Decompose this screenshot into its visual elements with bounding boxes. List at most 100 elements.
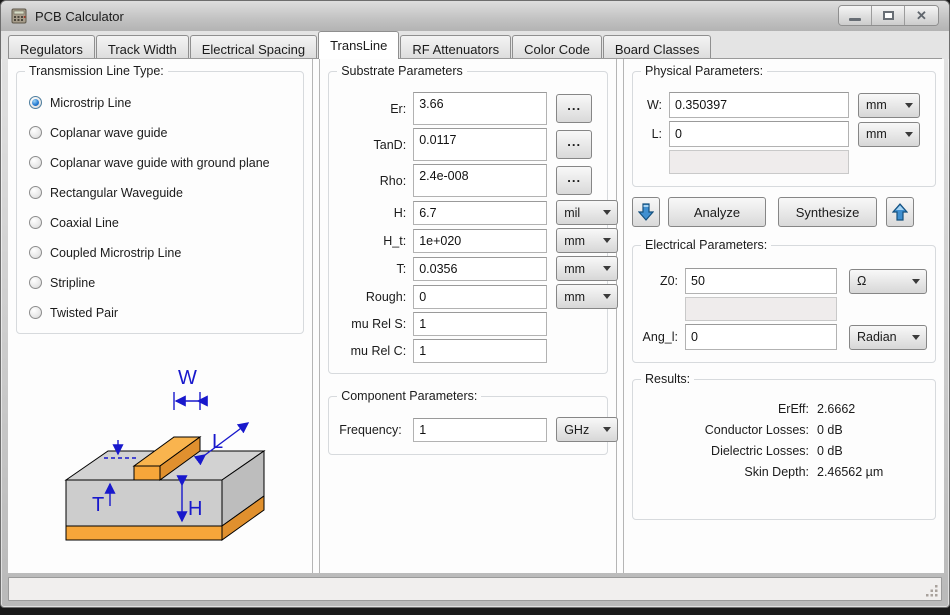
tab-bar: Regulators Track Width Electrical Spacin…: [1, 31, 949, 59]
chevron-down-icon: [603, 238, 611, 243]
z0-unit-select[interactable]: Ω: [849, 269, 927, 294]
tab-color-code[interactable]: Color Code: [512, 35, 602, 59]
radio-coupled-microstrip-line[interactable]: Coupled Microstrip Line: [29, 244, 295, 261]
diagram-label-l: L: [212, 431, 223, 453]
group-title: Results:: [641, 372, 694, 386]
desktop: PCB Calculator ✕ Regulators Track Width …: [0, 0, 950, 615]
er-input[interactable]: [413, 92, 547, 125]
mu-rel-s-input[interactable]: [413, 312, 547, 336]
rough-input[interactable]: [413, 285, 547, 309]
copy-up-button[interactable]: [886, 197, 914, 227]
radio-stripline[interactable]: Stripline: [29, 274, 295, 291]
group-title: Electrical Parameters:: [641, 238, 771, 252]
radio-rectangular-waveguide[interactable]: Rectangular Waveguide: [29, 184, 295, 201]
radio-icon: [29, 246, 42, 259]
diagram-label-h: H: [188, 498, 202, 520]
chevron-down-icon: [905, 132, 913, 137]
synthesize-button[interactable]: Synthesize: [778, 197, 877, 227]
t-unit-select[interactable]: mm: [556, 256, 618, 281]
ang-l-input[interactable]: [685, 324, 837, 350]
close-button[interactable]: ✕: [905, 6, 938, 25]
tand-browse-button[interactable]: ...: [556, 130, 592, 159]
rho-label: Rho:: [337, 174, 413, 188]
tab-transline[interactable]: TransLine: [318, 31, 399, 59]
h-input[interactable]: [413, 201, 547, 225]
diagram-label-w: W: [178, 367, 197, 389]
radio-coaxial-line[interactable]: Coaxial Line: [29, 214, 295, 231]
resize-grip[interactable]: [925, 584, 939, 598]
tand-input[interactable]: [413, 128, 547, 161]
window-title: PCB Calculator: [35, 9, 124, 24]
physical-extra-field: [669, 150, 849, 174]
rho-browse-button[interactable]: ...: [556, 166, 592, 195]
radio-coplanar-wave-guide[interactable]: Coplanar wave guide: [29, 124, 295, 141]
analyze-button[interactable]: Analyze: [668, 197, 766, 227]
calculator-icon: [11, 8, 27, 24]
chevron-down-icon: [912, 335, 920, 340]
radio-microstrip-line[interactable]: Microstrip Line: [29, 94, 295, 111]
group-title: Component Parameters:: [337, 389, 481, 403]
ht-input[interactable]: [413, 229, 547, 253]
minimize-button[interactable]: [839, 6, 872, 25]
rho-input[interactable]: [413, 164, 547, 197]
rough-unit-select[interactable]: mm: [556, 284, 618, 309]
t-input[interactable]: [413, 257, 547, 281]
copy-down-button[interactable]: [632, 197, 660, 227]
radio-icon: [29, 216, 42, 229]
er-browse-button[interactable]: ...: [556, 94, 592, 123]
l-unit-select[interactable]: mm: [858, 122, 920, 147]
transmission-line-type-group: Transmission Line Type: Microstrip Line …: [16, 71, 304, 334]
tab-track-width[interactable]: Track Width: [96, 35, 189, 59]
radio-coplanar-ground-plane[interactable]: Coplanar wave guide with ground plane: [29, 154, 295, 171]
notebook-border: [8, 58, 942, 59]
electrical-parameters-group: Electrical Parameters: Z0: Ω Ang_l:: [632, 245, 936, 363]
ht-unit-select[interactable]: mm: [556, 228, 618, 253]
maximize-button[interactable]: [872, 6, 905, 25]
chevron-down-icon: [912, 279, 920, 284]
z0-label: Z0:: [641, 274, 685, 288]
z0-input[interactable]: [685, 268, 837, 294]
chevron-down-icon: [603, 427, 611, 432]
radio-twisted-pair[interactable]: Twisted Pair: [29, 304, 295, 321]
group-title: Physical Parameters:: [641, 64, 767, 78]
maximize-icon: [883, 11, 894, 20]
radio-icon: [29, 156, 42, 169]
h-unit-select[interactable]: mil: [556, 200, 618, 225]
tand-label: TanD:: [337, 138, 413, 152]
tab-board-classes[interactable]: Board Classes: [603, 35, 712, 59]
status-bar: [8, 577, 942, 601]
arrow-down-icon: [638, 203, 654, 221]
action-buttons-row: Analyze Synthesize: [632, 197, 936, 227]
chevron-down-icon: [905, 103, 913, 108]
tab-regulators[interactable]: Regulators: [8, 35, 95, 59]
app-window: PCB Calculator ✕ Regulators Track Width …: [0, 0, 950, 608]
mu-rel-c-input[interactable]: [413, 339, 547, 363]
transline-page: Transmission Line Type: Microstrip Line …: [8, 59, 944, 573]
l-input[interactable]: [669, 121, 849, 147]
tab-rf-attenuators[interactable]: RF Attenuators: [400, 35, 511, 59]
l-label: L:: [641, 127, 669, 141]
parameters-panel: Physical Parameters: W: mm L: mm: [624, 59, 944, 573]
diagram-label-t: T: [92, 494, 104, 516]
result-dielectric-losses: Dielectric Losses: 0 dB: [641, 444, 927, 458]
results-group: Results: ErEff: 2.6662 Conductor Losses:…: [632, 379, 936, 520]
frequency-input[interactable]: [413, 418, 547, 442]
title-bar[interactable]: PCB Calculator ✕: [1, 1, 949, 31]
w-input[interactable]: [669, 92, 849, 118]
w-unit-select[interactable]: mm: [858, 93, 920, 118]
radio-icon: [29, 96, 42, 109]
window-controls: ✕: [838, 5, 939, 26]
tab-electrical-spacing[interactable]: Electrical Spacing: [190, 35, 317, 59]
minimize-icon: [849, 18, 861, 21]
radio-icon: [29, 126, 42, 139]
frequency-unit-select[interactable]: GHz: [556, 417, 618, 442]
mu-rel-s-label: mu Rel S:: [337, 317, 413, 331]
er-label: Er:: [337, 102, 413, 116]
ang-l-label: Ang_l:: [641, 330, 685, 344]
ground-plane-front: [66, 526, 222, 540]
substrate-parameters-group: Substrate Parameters Er: ... TanD: ... R…: [328, 71, 608, 374]
ang-l-unit-select[interactable]: Radian: [849, 325, 927, 350]
chevron-down-icon: [603, 294, 611, 299]
microstrip-diagram: W L T H: [54, 348, 312, 558]
electrical-extra-field: [685, 297, 837, 321]
